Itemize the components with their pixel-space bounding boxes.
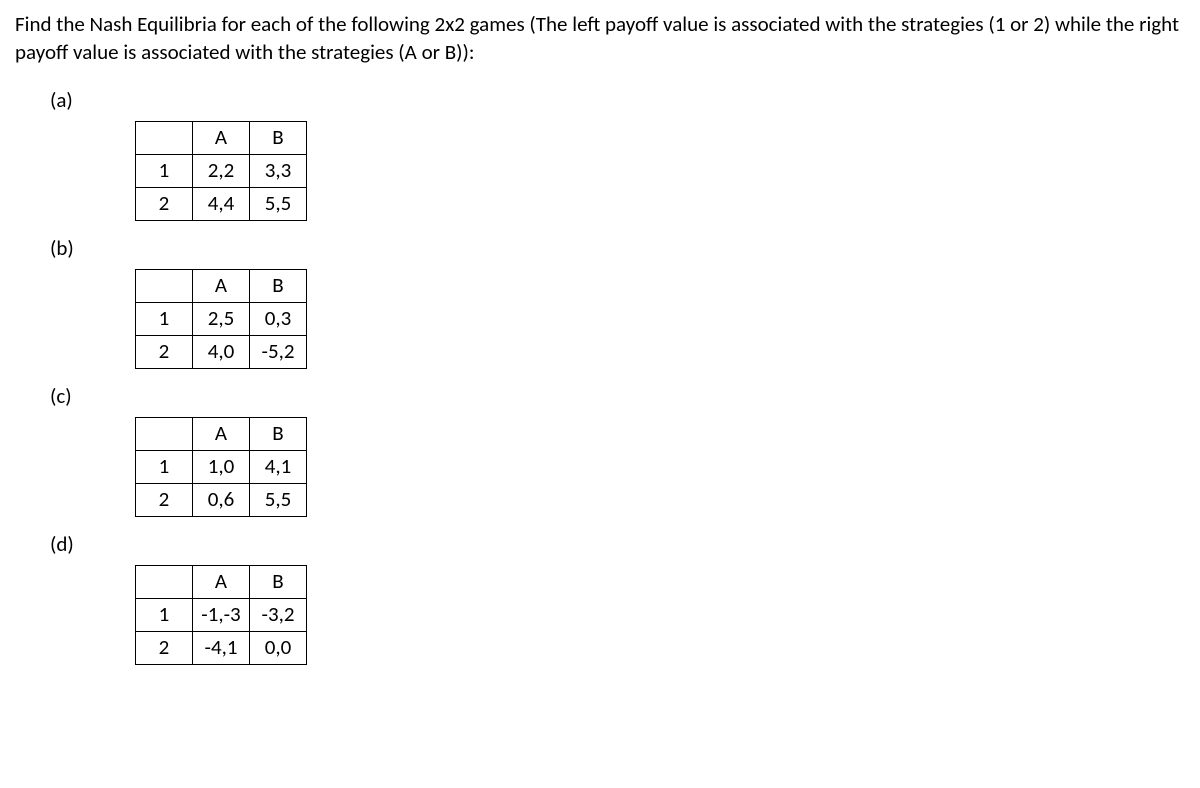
col-header-a: A (193, 565, 250, 598)
col-header-a: A (193, 269, 250, 302)
game-c-block: (c) A B 1 1,0 4,1 2 0,6 5,5 (15, 383, 1185, 517)
col-header-b: B (250, 565, 307, 598)
payoff-cell-2a: 0,6 (193, 483, 250, 516)
payoff-cell-2b: 0,0 (250, 631, 307, 664)
row-header-2: 2 (136, 187, 193, 220)
payoff-cell-2b: 5,5 (250, 187, 307, 220)
game-a-block: (a) A B 1 2,2 3,3 2 4,4 5,5 (15, 87, 1185, 221)
row-header-2: 2 (136, 335, 193, 368)
payoff-cell-2b: 5,5 (250, 483, 307, 516)
row-header-1: 1 (136, 154, 193, 187)
question-prompt: Find the Nash Equilibria for each of the… (15, 10, 1185, 67)
table-row: A B (136, 565, 307, 598)
table-row: 2 4,4 5,5 (136, 187, 307, 220)
payoff-cell-1b: 4,1 (250, 450, 307, 483)
payoff-cell-1a: 2,2 (193, 154, 250, 187)
game-b-label: (b) (50, 235, 1185, 261)
game-d-block: (d) A B 1 -1,-3 -3,2 2 -4,1 0,0 (15, 531, 1185, 665)
payoff-cell-2b: -5,2 (250, 335, 307, 368)
table-row: 1 -1,-3 -3,2 (136, 598, 307, 631)
blank-cell (136, 565, 193, 598)
table-row: 2 0,6 5,5 (136, 483, 307, 516)
row-header-2: 2 (136, 483, 193, 516)
payoff-cell-1b: 3,3 (250, 154, 307, 187)
payoff-cell-1b: -3,2 (250, 598, 307, 631)
game-d-table: A B 1 -1,-3 -3,2 2 -4,1 0,0 (135, 565, 307, 665)
table-row: 2 -4,1 0,0 (136, 631, 307, 664)
col-header-b: B (250, 121, 307, 154)
table-row: 1 2,2 3,3 (136, 154, 307, 187)
payoff-cell-2a: -4,1 (193, 631, 250, 664)
table-row: 1 2,5 0,3 (136, 302, 307, 335)
payoff-cell-1a: 1,0 (193, 450, 250, 483)
table-row: A B (136, 417, 307, 450)
payoff-cell-2a: 4,4 (193, 187, 250, 220)
payoff-cell-1b: 0,3 (250, 302, 307, 335)
game-a-label: (a) (50, 87, 1185, 113)
row-header-1: 1 (136, 302, 193, 335)
col-header-a: A (193, 121, 250, 154)
game-a-table: A B 1 2,2 3,3 2 4,4 5,5 (135, 121, 307, 221)
table-row: 1 1,0 4,1 (136, 450, 307, 483)
game-b-table: A B 1 2,5 0,3 2 4,0 -5,2 (135, 269, 307, 369)
col-header-b: B (250, 417, 307, 450)
game-c-label: (c) (50, 383, 1185, 409)
blank-cell (136, 269, 193, 302)
payoff-cell-1a: -1,-3 (193, 598, 250, 631)
blank-cell (136, 121, 193, 154)
row-header-2: 2 (136, 631, 193, 664)
row-header-1: 1 (136, 450, 193, 483)
game-d-label: (d) (50, 531, 1185, 557)
game-c-table: A B 1 1,0 4,1 2 0,6 5,5 (135, 417, 307, 517)
game-b-block: (b) A B 1 2,5 0,3 2 4,0 -5,2 (15, 235, 1185, 369)
row-header-1: 1 (136, 598, 193, 631)
col-header-a: A (193, 417, 250, 450)
payoff-cell-2a: 4,0 (193, 335, 250, 368)
table-row: A B (136, 269, 307, 302)
col-header-b: B (250, 269, 307, 302)
blank-cell (136, 417, 193, 450)
payoff-cell-1a: 2,5 (193, 302, 250, 335)
table-row: A B (136, 121, 307, 154)
table-row: 2 4,0 -5,2 (136, 335, 307, 368)
